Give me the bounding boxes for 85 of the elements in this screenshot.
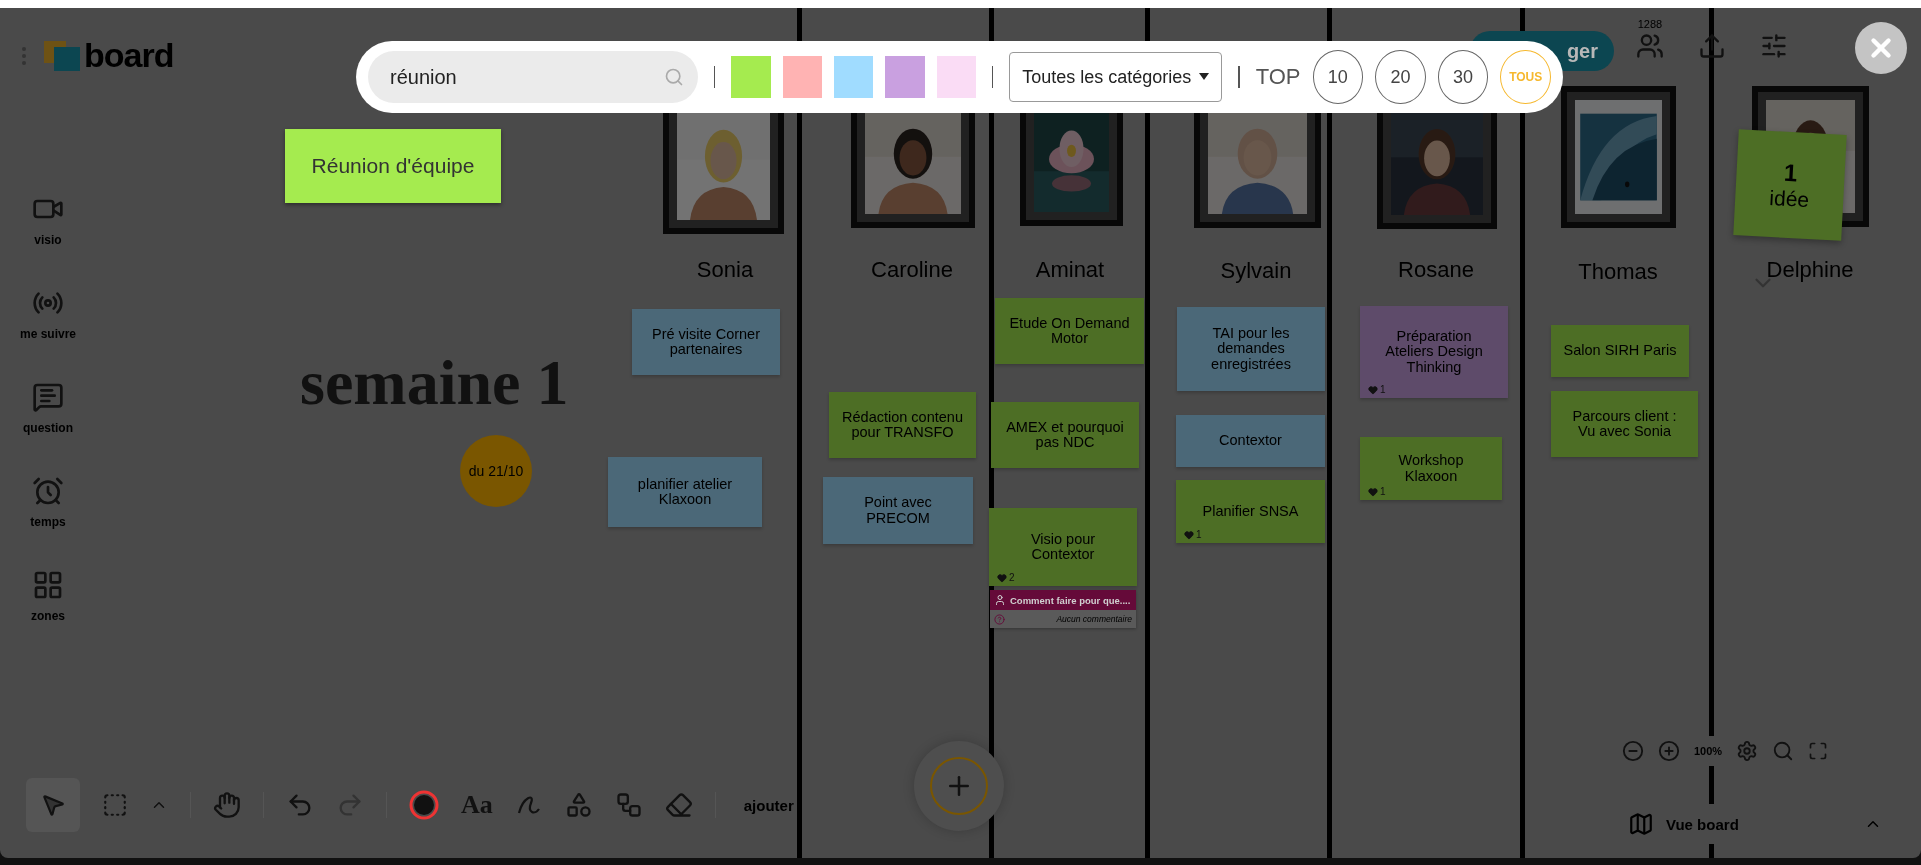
sticky-note[interactable]: Réunion d'équipe (285, 129, 501, 203)
grid-icon (32, 569, 64, 601)
column-name: Rosane (1397, 257, 1475, 283)
sidebar-item[interactable]: question (23, 381, 73, 435)
heart-icon[interactable] (1368, 384, 1378, 395)
column-name: Aminat (1034, 257, 1106, 283)
color-filter[interactable] (782, 56, 822, 98)
map-icon (1628, 811, 1654, 837)
color-filter[interactable] (936, 56, 976, 98)
avatar-icon (994, 594, 1006, 606)
sticky-note[interactable]: Préparation Ateliers Design Thinking 1 (1360, 306, 1508, 398)
participant-count: 1288 (1637, 18, 1663, 30)
sidebar-item[interactable]: temps (30, 475, 66, 529)
color-filter[interactable] (885, 56, 925, 98)
sticky-note[interactable]: Visio pour Contextor 2 (989, 508, 1137, 586)
column-name: Sylvain (1219, 258, 1293, 284)
search-icon[interactable] (664, 67, 684, 87)
top-filter-option[interactable]: 30 (1437, 50, 1489, 104)
sticky-note[interactable]: Etude On Demand Motor (995, 298, 1144, 364)
fullscreen-icon[interactable] (1808, 741, 1829, 761)
select-tool[interactable] (26, 778, 80, 832)
sidebar-item[interactable]: me suivre (19, 287, 76, 341)
like-count: 1 (1196, 529, 1202, 540)
heart-icon[interactable] (1184, 529, 1194, 540)
sidebar-item[interactable]: visio (32, 193, 64, 247)
date-badge: du 21/10 (460, 435, 532, 507)
column-name: Sonia (695, 257, 755, 283)
top-filter-option[interactable]: 10 (1312, 50, 1364, 104)
top-filter-option[interactable]: TOUS (1500, 50, 1552, 104)
chat-icon (32, 381, 64, 413)
help-icon (994, 613, 1005, 625)
category-dropdown[interactable]: Toutes les catégories (1009, 52, 1223, 102)
sticky-note[interactable]: Planifier SNSA 1 (1176, 480, 1325, 543)
search-field[interactable]: réunion (368, 51, 698, 103)
sticky-note[interactable]: TAI pour les demandes enregistrées (1177, 307, 1325, 391)
eraser-icon (664, 791, 693, 819)
color-wheel-icon (409, 790, 439, 820)
zoom-in-icon[interactable] (1658, 740, 1680, 762)
pointer-icon (40, 792, 66, 818)
users-icon[interactable] (1636, 32, 1664, 60)
heart-icon[interactable] (1368, 486, 1378, 497)
zoom-level: 100% (1694, 745, 1723, 757)
top-label: TOP (1255, 64, 1301, 90)
question-card[interactable]: Comment faire pour que.... Aucun commentaire (990, 590, 1136, 628)
like-count: 2 (1009, 572, 1015, 583)
hand-icon (213, 791, 241, 819)
timer-icon (32, 475, 64, 507)
sticky-note[interactable]: Parcours client : Vu avec Sonia (1551, 391, 1698, 457)
add-button[interactable]: ajouter (737, 795, 800, 815)
like-count: 1 (1380, 486, 1386, 497)
color-filter[interactable] (731, 56, 771, 98)
comment-status: Aucun commentaire (1056, 614, 1132, 624)
text-tool[interactable]: Aa (461, 778, 493, 832)
caret-icon (1199, 73, 1210, 81)
idea-counter-note[interactable]: 1 idée (1733, 129, 1847, 241)
board-title: semaine 1 (300, 346, 569, 420)
sticky-note[interactable]: AMEX et pourquoi pas NDC (991, 402, 1139, 468)
shapes-icon (564, 791, 593, 819)
heart-icon[interactable] (997, 572, 1007, 583)
column-name: Delphine (1765, 257, 1855, 283)
sticky-note[interactable]: Pré visite Corner partenaires (632, 309, 780, 375)
dashed-square-icon (102, 792, 128, 818)
sticky-note[interactable]: Contextor (1176, 415, 1325, 467)
connector-icon (614, 791, 643, 819)
column-name: Thomas (1577, 259, 1659, 285)
column-name: Caroline (870, 257, 954, 283)
view-label: Vue board (1666, 815, 1740, 833)
sticky-note[interactable]: Point avec PRECOM (823, 477, 973, 544)
sliders-icon[interactable] (1760, 32, 1788, 60)
close-button[interactable] (1855, 22, 1907, 74)
question-title: Comment faire pour que.... (1010, 594, 1131, 606)
sticky-note[interactable]: Salon SIRH Paris (1551, 325, 1689, 377)
top-filter-option[interactable]: 20 (1375, 50, 1426, 104)
search-icon[interactable] (1772, 740, 1795, 762)
sidebar-item[interactable]: zones (31, 569, 65, 623)
sticky-note[interactable]: Workshop Klaxoon 1 (1360, 437, 1502, 500)
zoom-out-icon[interactable] (1622, 740, 1644, 762)
sticky-note[interactable]: planifier atelier Klaxoon (608, 457, 762, 527)
upload-icon[interactable] (1698, 32, 1726, 60)
settings-icon[interactable] (1736, 740, 1759, 762)
color-filter[interactable] (833, 56, 874, 98)
logo-icon (44, 40, 80, 71)
logo-text: board (84, 36, 174, 75)
sticky-note[interactable]: Rédaction contenu pour TRANSFO (829, 392, 976, 458)
like-count: 1 (1380, 384, 1386, 395)
